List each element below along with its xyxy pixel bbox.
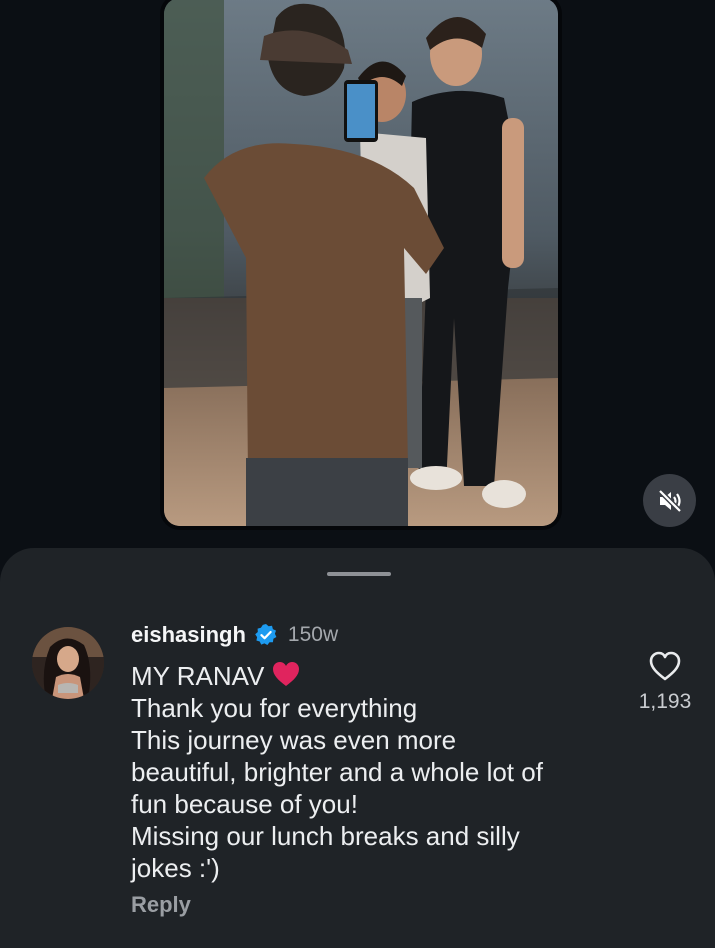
comment-text: MY RANAV Thank you for everything This j… (131, 660, 631, 884)
comment-body: eishasingh 150w MY RANAV Thank you for e… (131, 622, 631, 918)
comment-line: beautiful, brighter and a whole lot of (131, 757, 543, 787)
comment-meta: eishasingh 150w (131, 622, 631, 648)
username[interactable]: eishasingh (131, 622, 246, 648)
like-area: 1,193 (630, 650, 700, 714)
red-heart-emoji (273, 662, 300, 686)
comments-sheet: eishasingh 150w MY RANAV Thank you for e… (0, 548, 715, 948)
mute-button[interactable] (643, 474, 696, 527)
like-count: 1,193 (638, 690, 692, 713)
avatar[interactable] (32, 627, 104, 699)
comment-line: This journey was even more (131, 725, 457, 755)
avatar-image (32, 627, 104, 699)
comment-line: Thank you for everything (131, 693, 418, 723)
drag-handle[interactable] (327, 572, 391, 576)
comment-line: fun because of you! (131, 789, 358, 819)
video-frame-image (164, 0, 558, 526)
heart-outline-icon[interactable] (648, 650, 682, 682)
video-area[interactable] (0, 0, 715, 560)
comment-timestamp: 150w (287, 623, 339, 646)
comment-line: jokes :') (131, 853, 220, 883)
comment-line: MY RANAV (131, 660, 631, 692)
speaker-muted-icon (657, 488, 682, 513)
verified-badge-icon (255, 624, 277, 645)
video-player[interactable] (160, 0, 562, 530)
comment-line: Missing our lunch breaks and silly (131, 821, 520, 851)
reply-button[interactable]: Reply (131, 892, 631, 918)
